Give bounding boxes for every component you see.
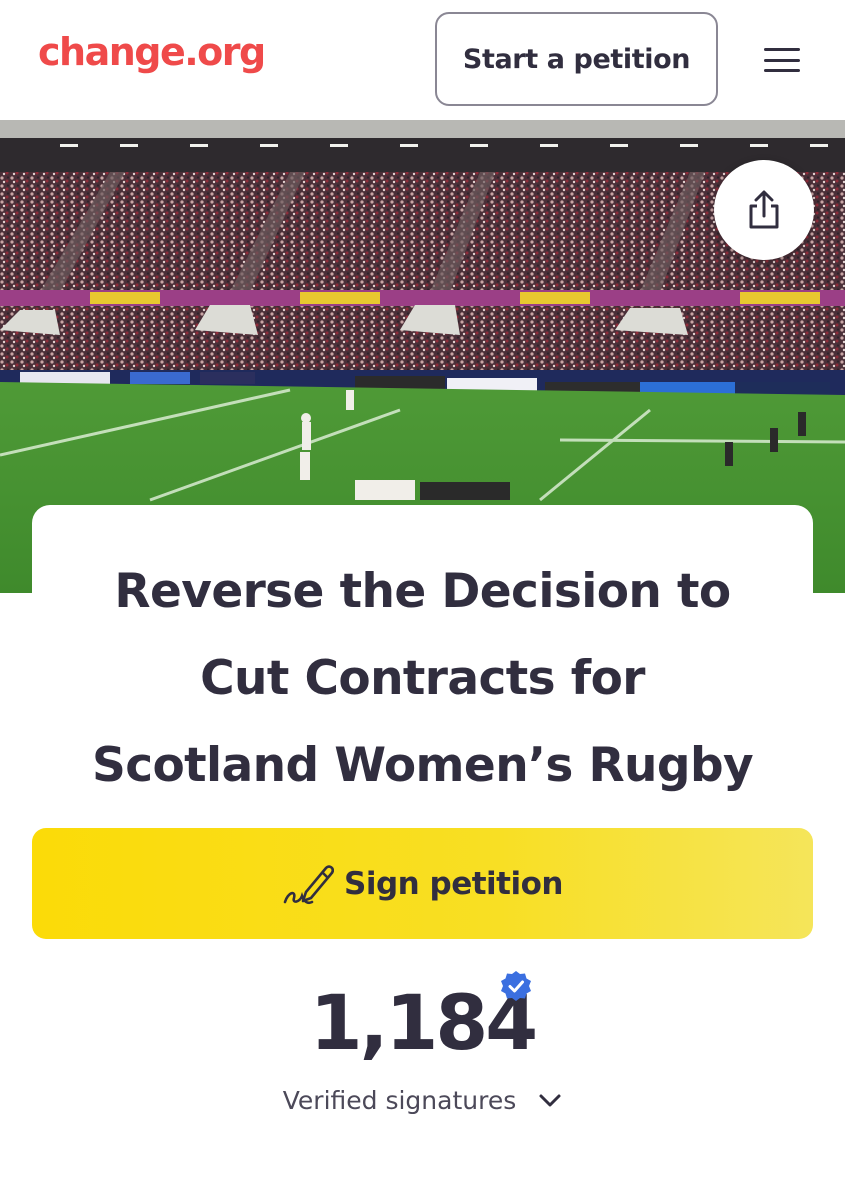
hamburger-menu-icon[interactable] <box>760 44 804 76</box>
verified-signatures-toggle[interactable]: Verified signatures <box>0 1086 845 1115</box>
title-line: Cut Contracts for <box>200 651 645 706</box>
sign-petition-label: Sign petition <box>344 865 563 902</box>
change-org-logo[interactable]: change.org <box>38 30 266 74</box>
share-icon[interactable] <box>714 160 814 260</box>
top-bar: change.org Start a petition <box>0 0 845 120</box>
start-petition-button[interactable]: Start a petition <box>435 12 718 106</box>
signature-pen-icon <box>283 864 334 904</box>
title-line: Reverse the Decision to <box>114 564 731 619</box>
verified-check-icon <box>501 971 531 1001</box>
petition-title: Reverse the Decision to Cut Contracts fo… <box>32 548 813 809</box>
sign-petition-button[interactable]: Sign petition <box>32 828 813 939</box>
chevron-down-icon <box>539 1094 561 1106</box>
verified-signatures-label: Verified signatures <box>282 1086 517 1115</box>
title-line: Scotland Women’s Rugby <box>91 738 754 793</box>
signature-count: 1,184 <box>309 978 538 1067</box>
